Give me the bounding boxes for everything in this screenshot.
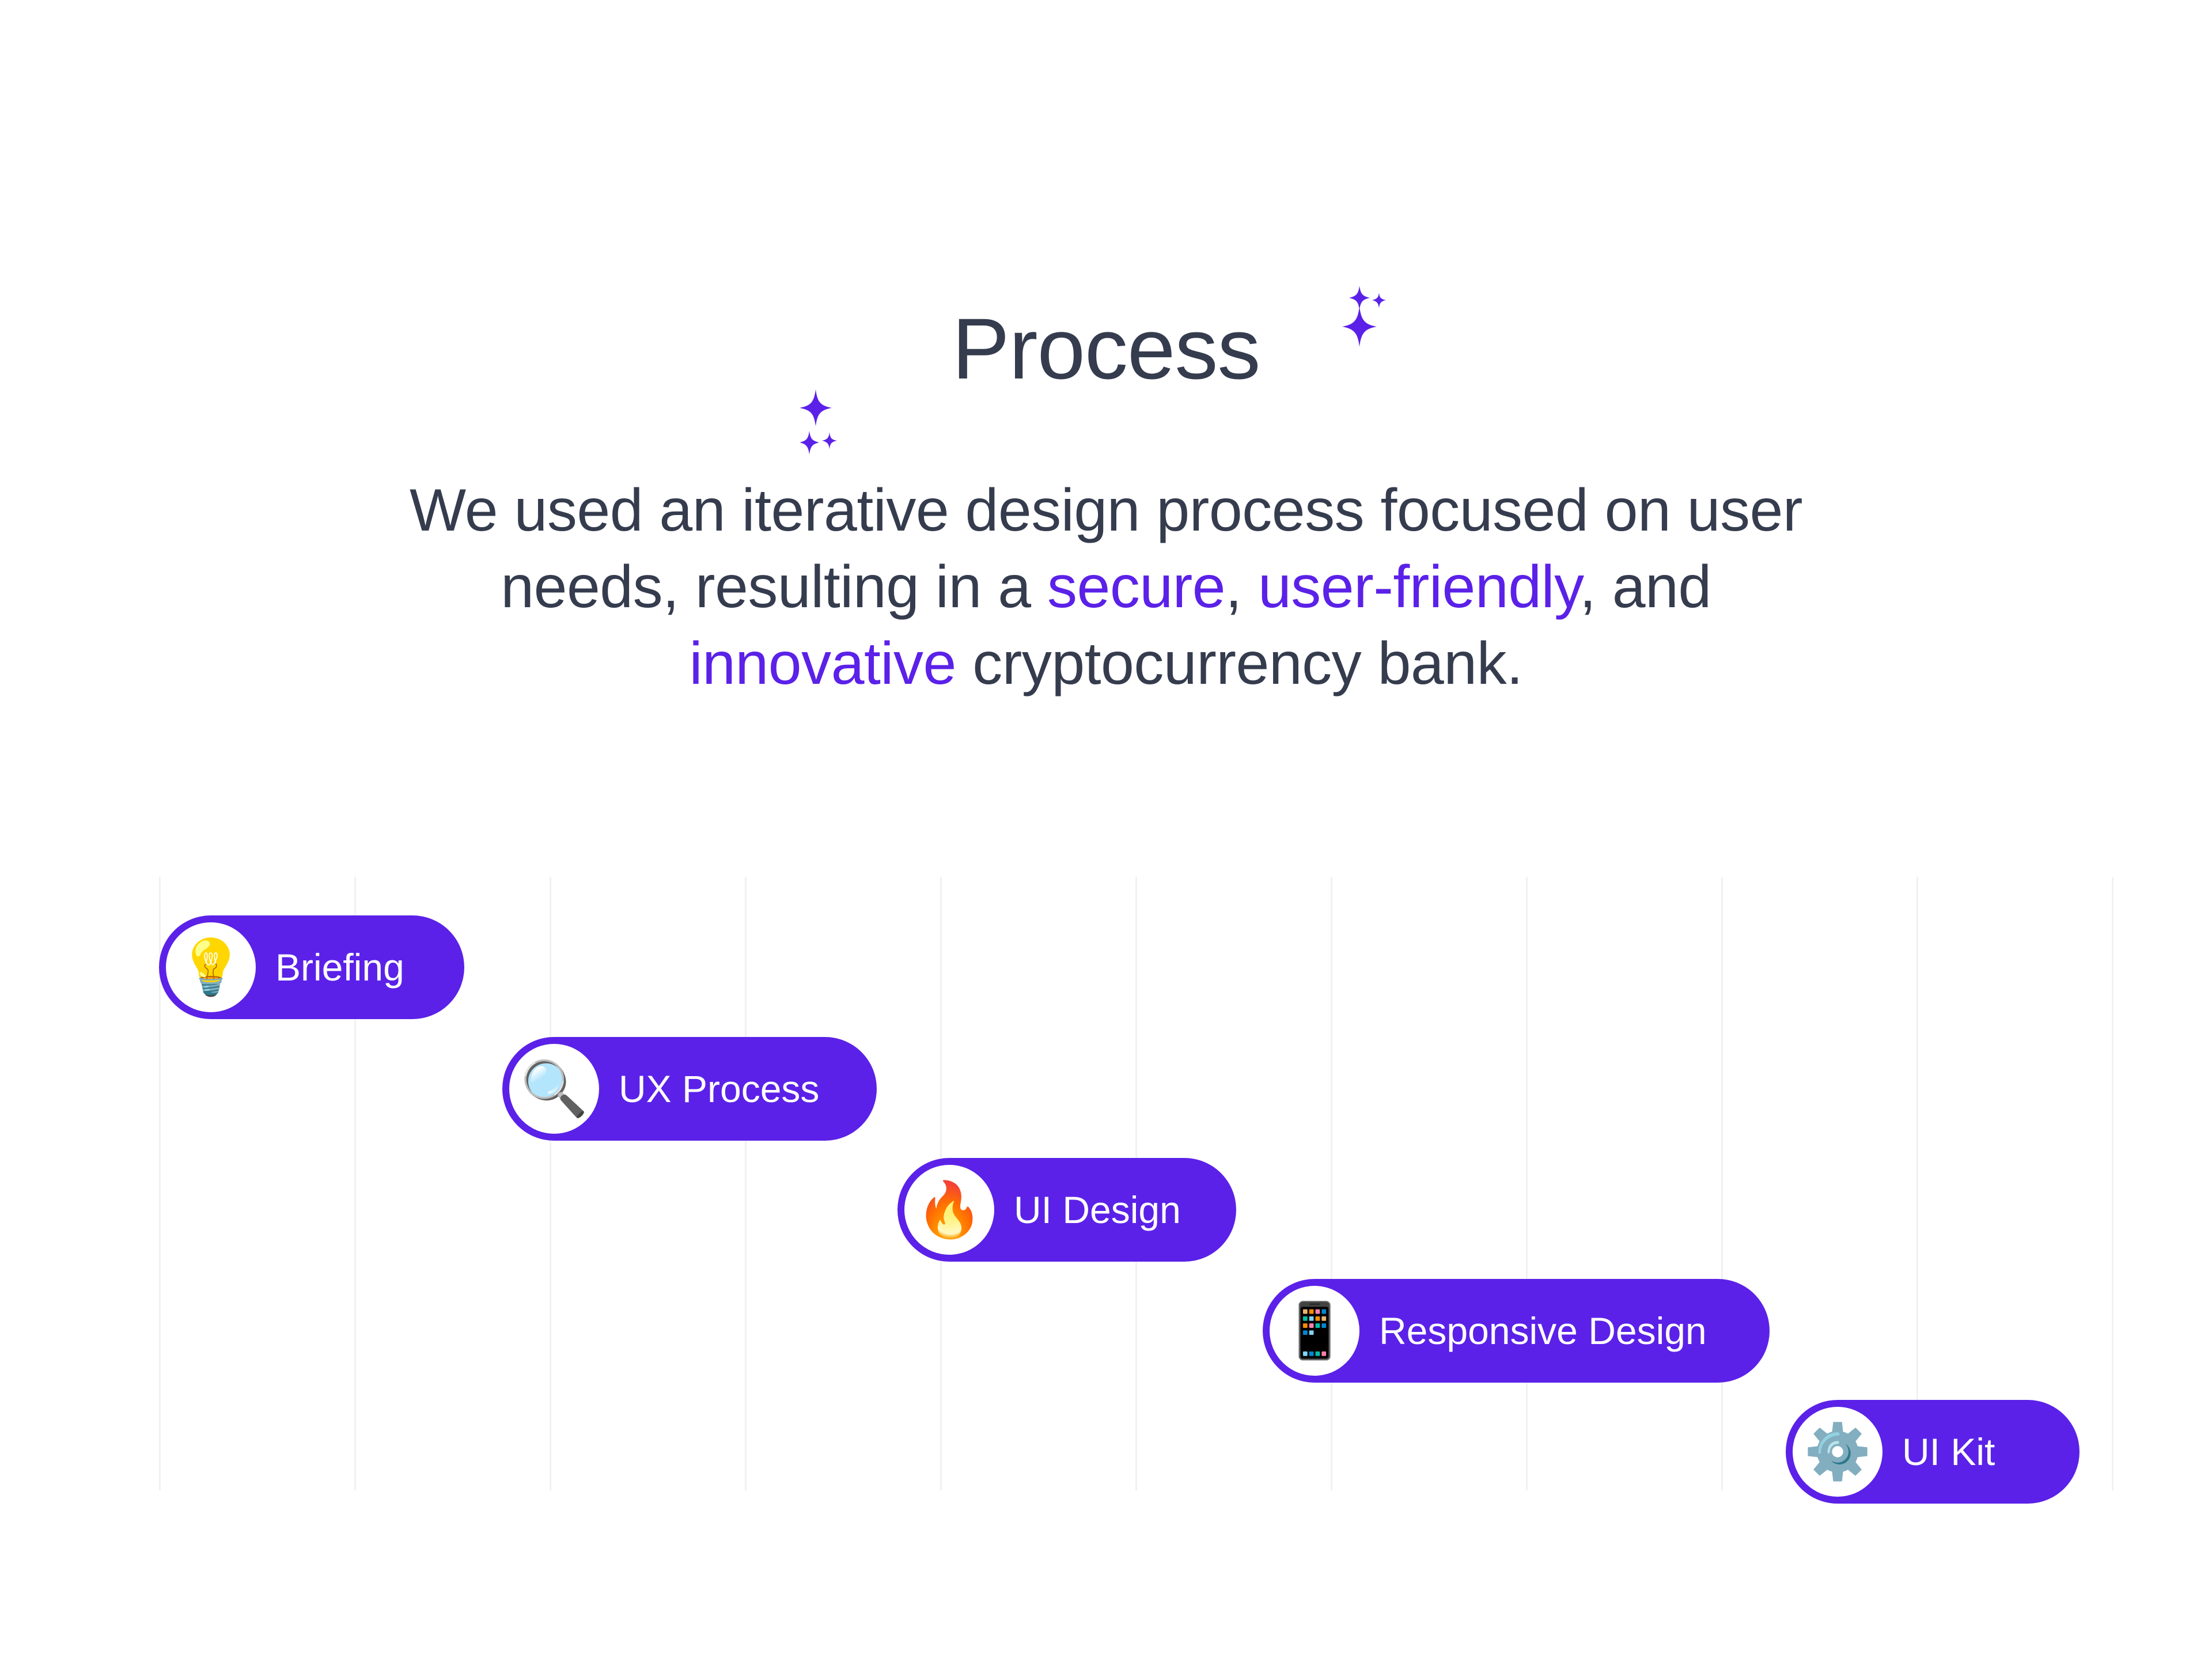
process-step-pill[interactable]: ⚙️ UI Kit xyxy=(1786,1400,2080,1504)
magnifier-icon: 🔍 xyxy=(509,1044,599,1134)
gridline xyxy=(745,877,747,1490)
subtitle-highlight-user-friendly: user-friendly xyxy=(1257,554,1580,621)
lightbulb-icon-glyph: 💡 xyxy=(177,937,245,997)
gear-icon-glyph: ⚙️ xyxy=(1804,1421,1872,1482)
process-step-pill[interactable]: 📱 Responsive Design xyxy=(1263,1279,1770,1383)
subtitle-line-2-text-a: needs, resulting in a xyxy=(501,554,1047,621)
sparkle-cluster-left-icon xyxy=(794,380,880,467)
subtitle-line-2-text-b: , xyxy=(1225,554,1258,621)
gridline xyxy=(1916,877,1918,1490)
subtitle-line-2-text-c: , and xyxy=(1579,554,1711,621)
lightbulb-icon: 💡 xyxy=(166,922,256,1012)
process-step-pill[interactable]: 🔥 UI Design xyxy=(897,1158,1236,1262)
magnifier-icon-glyph: 🔍 xyxy=(520,1058,588,1119)
process-step-label: UX Process xyxy=(619,1068,820,1110)
subtitle-highlight-innovative: innovative xyxy=(689,630,956,698)
subtitle-line-1: We used an iterative design process focu… xyxy=(410,477,1803,544)
gear-icon: ⚙️ xyxy=(1793,1407,1883,1497)
gridline xyxy=(2112,877,2113,1490)
process-step-pill[interactable]: 🔍 UX Process xyxy=(502,1037,877,1141)
subtitle-line-3-text: cryptocurrency bank. xyxy=(956,630,1523,698)
process-step-pill[interactable]: 💡 Briefing xyxy=(159,915,464,1019)
mobile-phone-icon: 📱 xyxy=(1270,1286,1359,1376)
process-step-label: UI Kit xyxy=(1902,1430,1995,1473)
slide-canvas: Process We used an iterative design proc… xyxy=(0,0,2212,1658)
mobile-phone-icon-glyph: 📱 xyxy=(1281,1300,1349,1361)
subtitle-highlight-secure: secure xyxy=(1047,554,1226,621)
gridline xyxy=(1331,877,1332,1490)
process-step-label: Briefing xyxy=(275,946,404,989)
fire-icon-glyph: 🔥 xyxy=(915,1179,983,1240)
page-subtitle: We used an iterative design process focu… xyxy=(184,472,2028,702)
gridline xyxy=(1526,877,1528,1490)
gridline xyxy=(1721,877,1723,1490)
process-step-label: UI Design xyxy=(1014,1188,1181,1231)
process-step-label: Responsive Design xyxy=(1379,1309,1707,1352)
page-title: Process xyxy=(952,300,1261,397)
gridline xyxy=(550,877,551,1490)
fire-icon: 🔥 xyxy=(904,1165,994,1255)
